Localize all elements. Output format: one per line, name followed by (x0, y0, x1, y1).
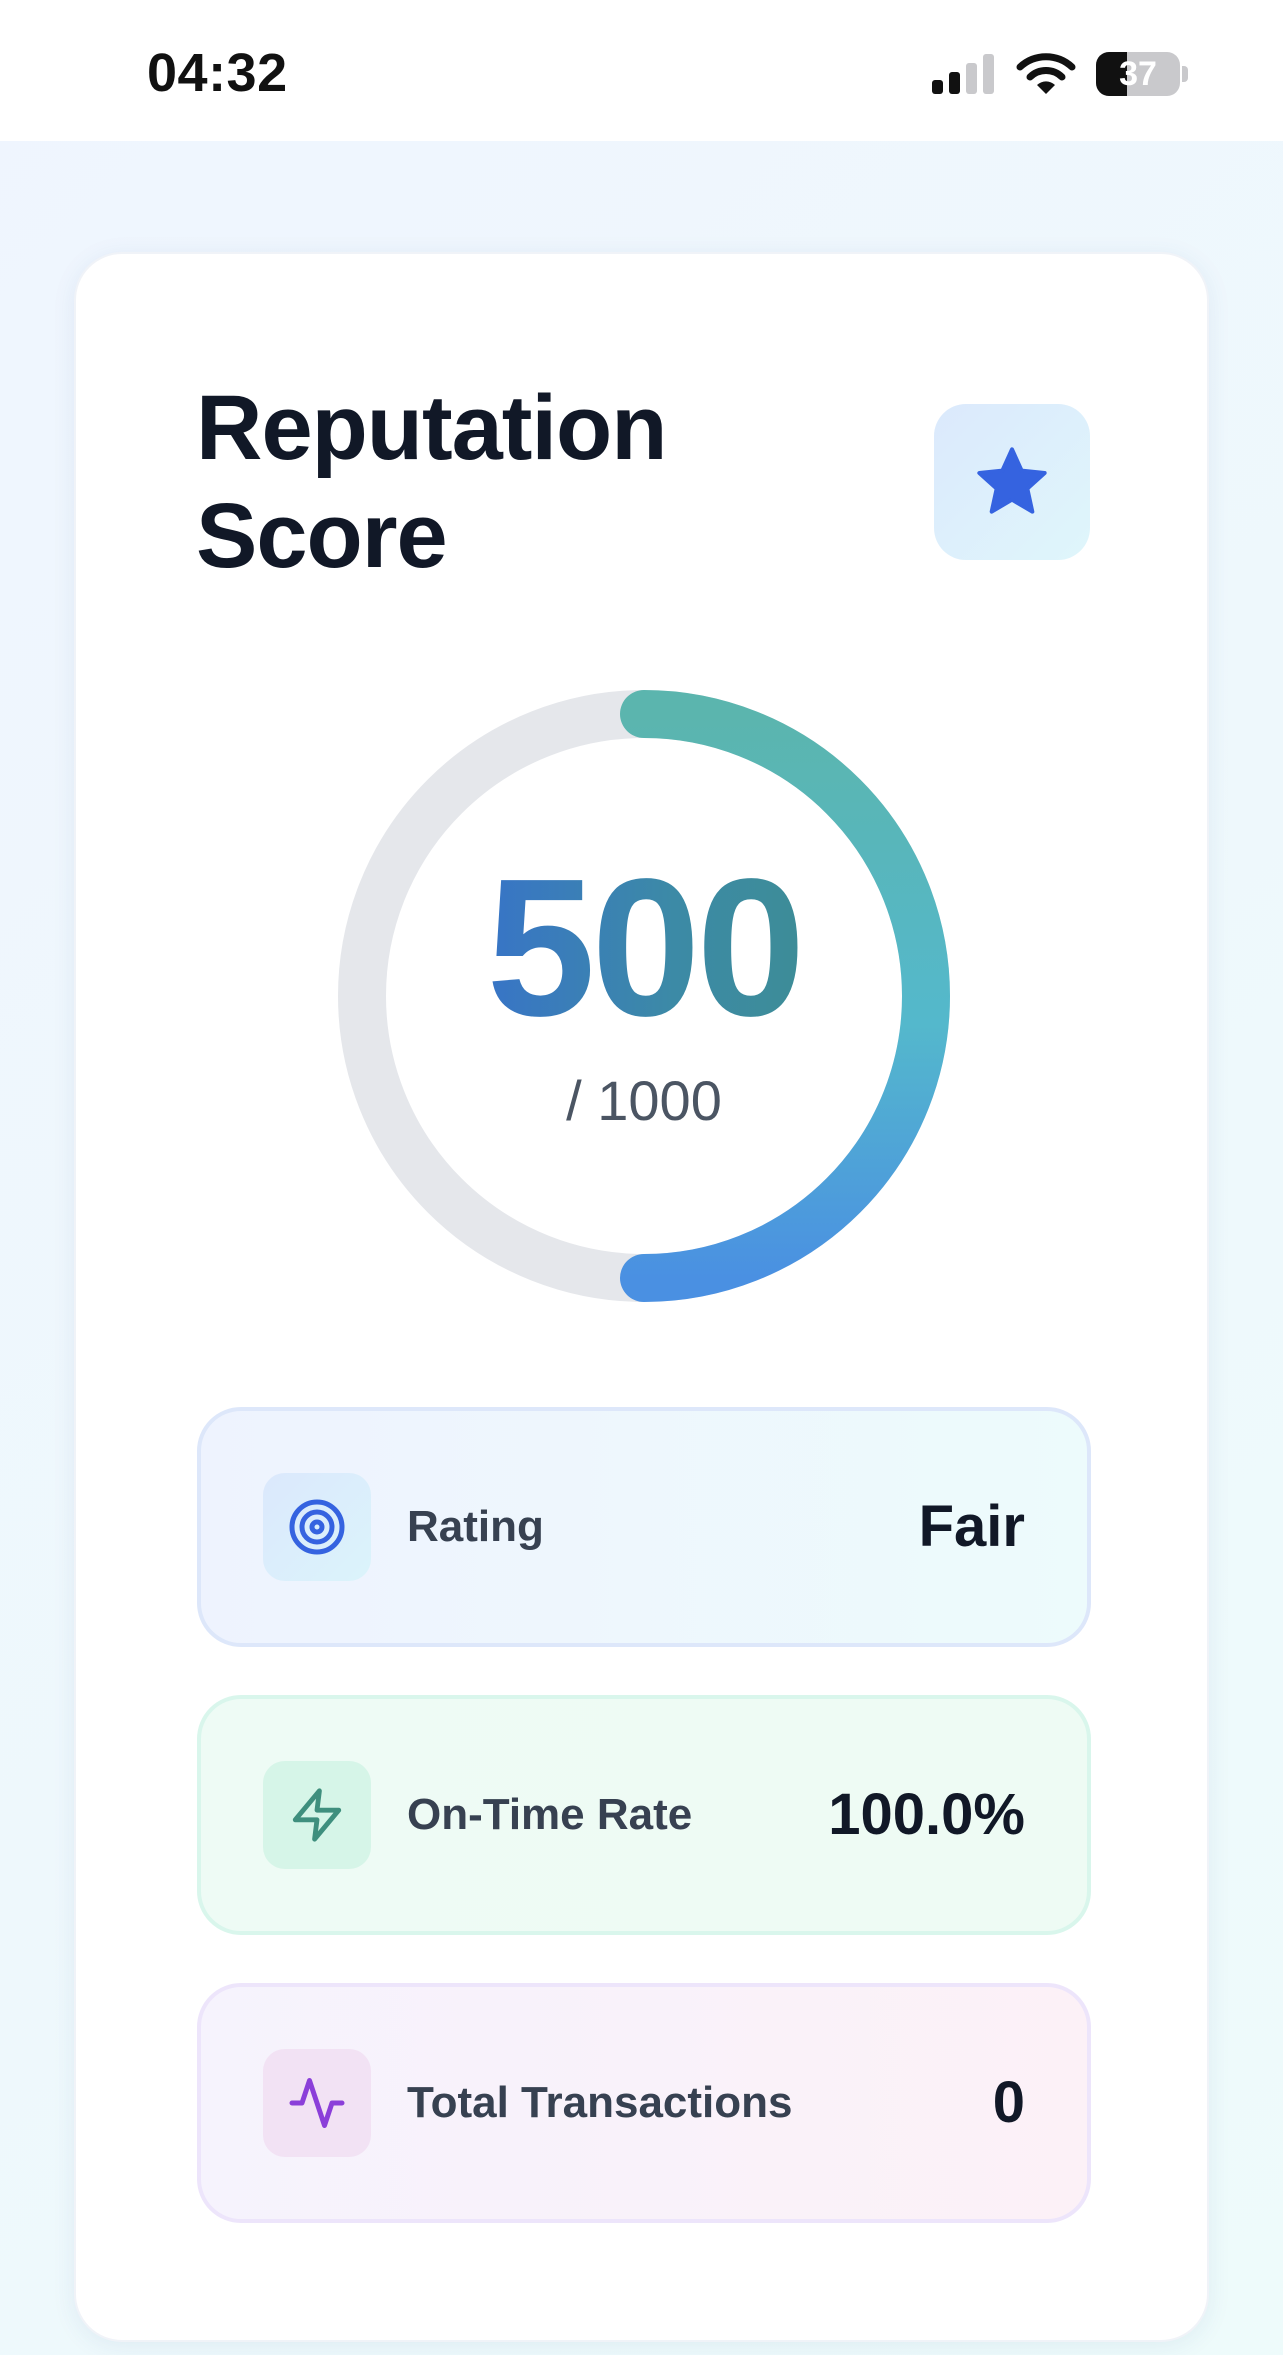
status-bar: 04:32 37 (0, 0, 1283, 141)
battery-level: 37 (1119, 55, 1157, 93)
activity-icon-badge (263, 2049, 371, 2157)
activity-icon (289, 2078, 345, 2128)
target-icon-badge (263, 1473, 371, 1581)
lightning-icon-badge (263, 1761, 371, 1869)
rating-label: Rating (407, 1502, 544, 1551)
status-icons: 37 (930, 48, 1188, 100)
cellular-signal-icon (932, 54, 994, 94)
on-time-rate-card: On-Time Rate 100.0% (197, 1695, 1091, 1935)
on-time-rate-value: 100.0% (828, 1782, 1025, 1847)
rating-card: Rating Fair (197, 1407, 1091, 1647)
on-time-rate-label: On-Time Rate (407, 1790, 693, 1839)
star-badge (934, 404, 1090, 560)
reputation-card: Reputation Score 500 / 1000 Rating Fair … (74, 252, 1209, 2342)
wifi-icon (1016, 53, 1076, 94)
rating-value: Fair (918, 1494, 1025, 1559)
total-transactions-value: 0 (992, 2070, 1025, 2135)
target-icon (289, 1499, 345, 1555)
page-title: Reputation Score (196, 377, 667, 587)
battery-indicator: 37 (1096, 52, 1188, 96)
total-transactions-label: Total Transactions (407, 2078, 793, 2127)
score-gauge: 500 / 1000 (338, 690, 950, 1302)
lightning-icon (292, 1788, 342, 1842)
status-time: 04:32 (147, 43, 288, 103)
total-transactions-card: Total Transactions 0 (197, 1983, 1091, 2223)
score-value: 500 (338, 848, 950, 1048)
score-max: / 1000 (566, 1069, 722, 1132)
star-icon (977, 447, 1047, 514)
